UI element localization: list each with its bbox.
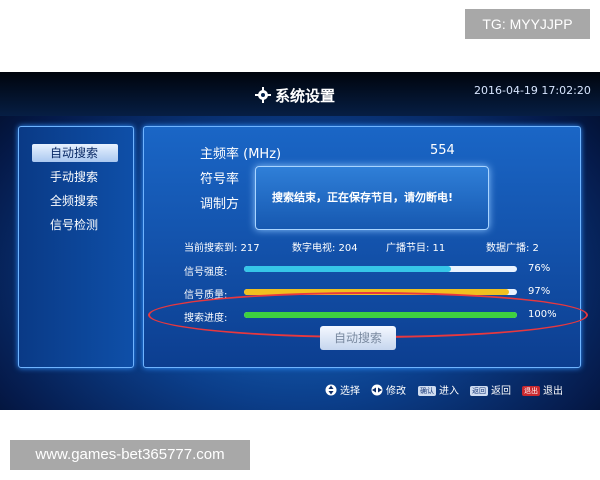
signal-quality-percent: 97% [528, 286, 551, 297]
save-dialog-message: 搜索结束，正在保存节目，请勿断电! [272, 191, 454, 204]
back-key-icon: 返回 [470, 386, 488, 396]
hint-back: 返回 返回 [470, 382, 511, 397]
hint-select-text: 选择 [340, 386, 360, 397]
signal-strength-bar [244, 266, 517, 272]
watermark-top: TG: MYYJJPP [465, 9, 590, 39]
hint-modify: 修改 [370, 382, 406, 397]
hint-exit-text: 退出 [543, 386, 563, 397]
hint-exit: 退出 退出 [522, 382, 563, 397]
menu-item-signal-check[interactable]: 信号检测 [32, 216, 118, 234]
menu-item-full-search[interactable]: 全频搜索 [32, 192, 118, 210]
menu-item-manual-search[interactable]: 手动搜索 [32, 168, 118, 186]
signal-strength-label: 信号强度: [184, 267, 228, 278]
watermark-bottom: www.games-bet365777.com [10, 440, 250, 470]
datetime: 2016-04-19 17:02:20 [474, 84, 591, 97]
frequency-label: 主频率 (MHz) [200, 147, 282, 162]
page-title: 系统设置 [255, 85, 335, 106]
hint-modify-text: 修改 [386, 386, 406, 397]
hint-enter-text: 进入 [439, 386, 459, 397]
menu-item-auto-search[interactable]: 自动搜索 [32, 144, 118, 162]
menu-panel [18, 126, 134, 368]
signal-strength-fill [244, 266, 452, 272]
hint-enter: 确认 进入 [418, 382, 459, 397]
radio-count: 广播节目: 11 [386, 243, 446, 254]
signal-strength-percent: 76% [528, 263, 551, 274]
title-text: 系统设置 [275, 87, 336, 105]
leftright-arrows-icon [371, 384, 383, 396]
modulation-label: 调制方 [200, 197, 240, 212]
frequency-value[interactable]: 554 [430, 143, 455, 158]
gear-icon [255, 87, 271, 103]
exit-key-icon: 退出 [522, 386, 540, 396]
ok-key-icon: 确认 [418, 386, 436, 396]
data-broadcast-count: 数据广播: 2 [486, 243, 539, 254]
updown-arrows-icon [325, 384, 337, 396]
tv-count: 数字电视: 204 [292, 243, 358, 254]
symbol-rate-label: 符号率 [200, 172, 240, 187]
auto-search-button[interactable]: 自动搜索 [320, 326, 396, 350]
searched-count: 当前搜索到: 217 [184, 243, 260, 254]
save-dialog: 搜索结束，正在保存节目，请勿断电! [255, 166, 489, 230]
hint-back-text: 返回 [491, 386, 511, 397]
hint-select: 选择 [324, 382, 360, 397]
